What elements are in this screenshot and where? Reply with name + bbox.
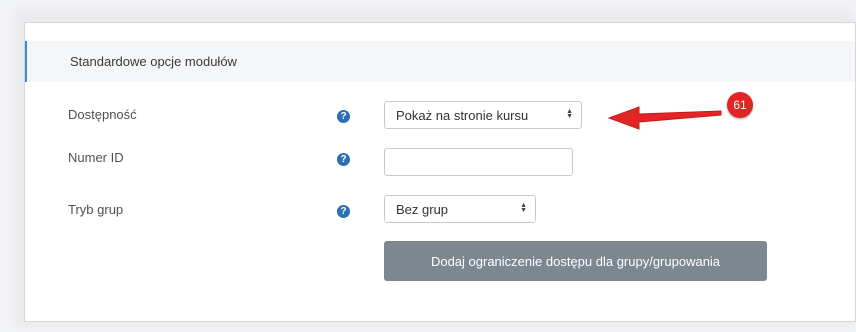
select-arrows-icon: ▲ ▼ <box>520 202 527 214</box>
group-mode-label: Tryb grup <box>68 202 124 217</box>
availability-label: Dostępność <box>68 107 137 122</box>
section-header[interactable]: Standardowe opcje modułów <box>25 41 855 82</box>
id-number-help-icon[interactable]: ? <box>337 153 350 166</box>
add-group-restriction-button[interactable]: Dodaj ograniczenie dostępu dla grupy/gru… <box>384 241 767 281</box>
annotation-badge: 61 <box>727 92 753 118</box>
availability-select[interactable]: Pokaż na stronie kursu ▲ ▼ <box>384 101 582 129</box>
group-mode-help-icon[interactable]: ? <box>337 205 350 218</box>
availability-select-value: Pokaż na stronie kursu <box>396 107 529 123</box>
id-number-label: Numer ID <box>68 150 124 165</box>
id-number-input[interactable] <box>384 148 573 176</box>
group-mode-select[interactable]: Bez grup ▲ ▼ <box>384 195 536 223</box>
red-arrow-icon <box>607 106 722 130</box>
select-arrows-icon: ▲ ▼ <box>566 108 573 120</box>
section-title: Standardowe opcje modułów <box>70 54 237 69</box>
group-mode-select-value: Bez grup <box>396 201 449 217</box>
availability-help-icon[interactable]: ? <box>337 110 350 123</box>
add-group-restriction-label: Dodaj ograniczenie dostępu dla grupy/gru… <box>430 253 721 269</box>
